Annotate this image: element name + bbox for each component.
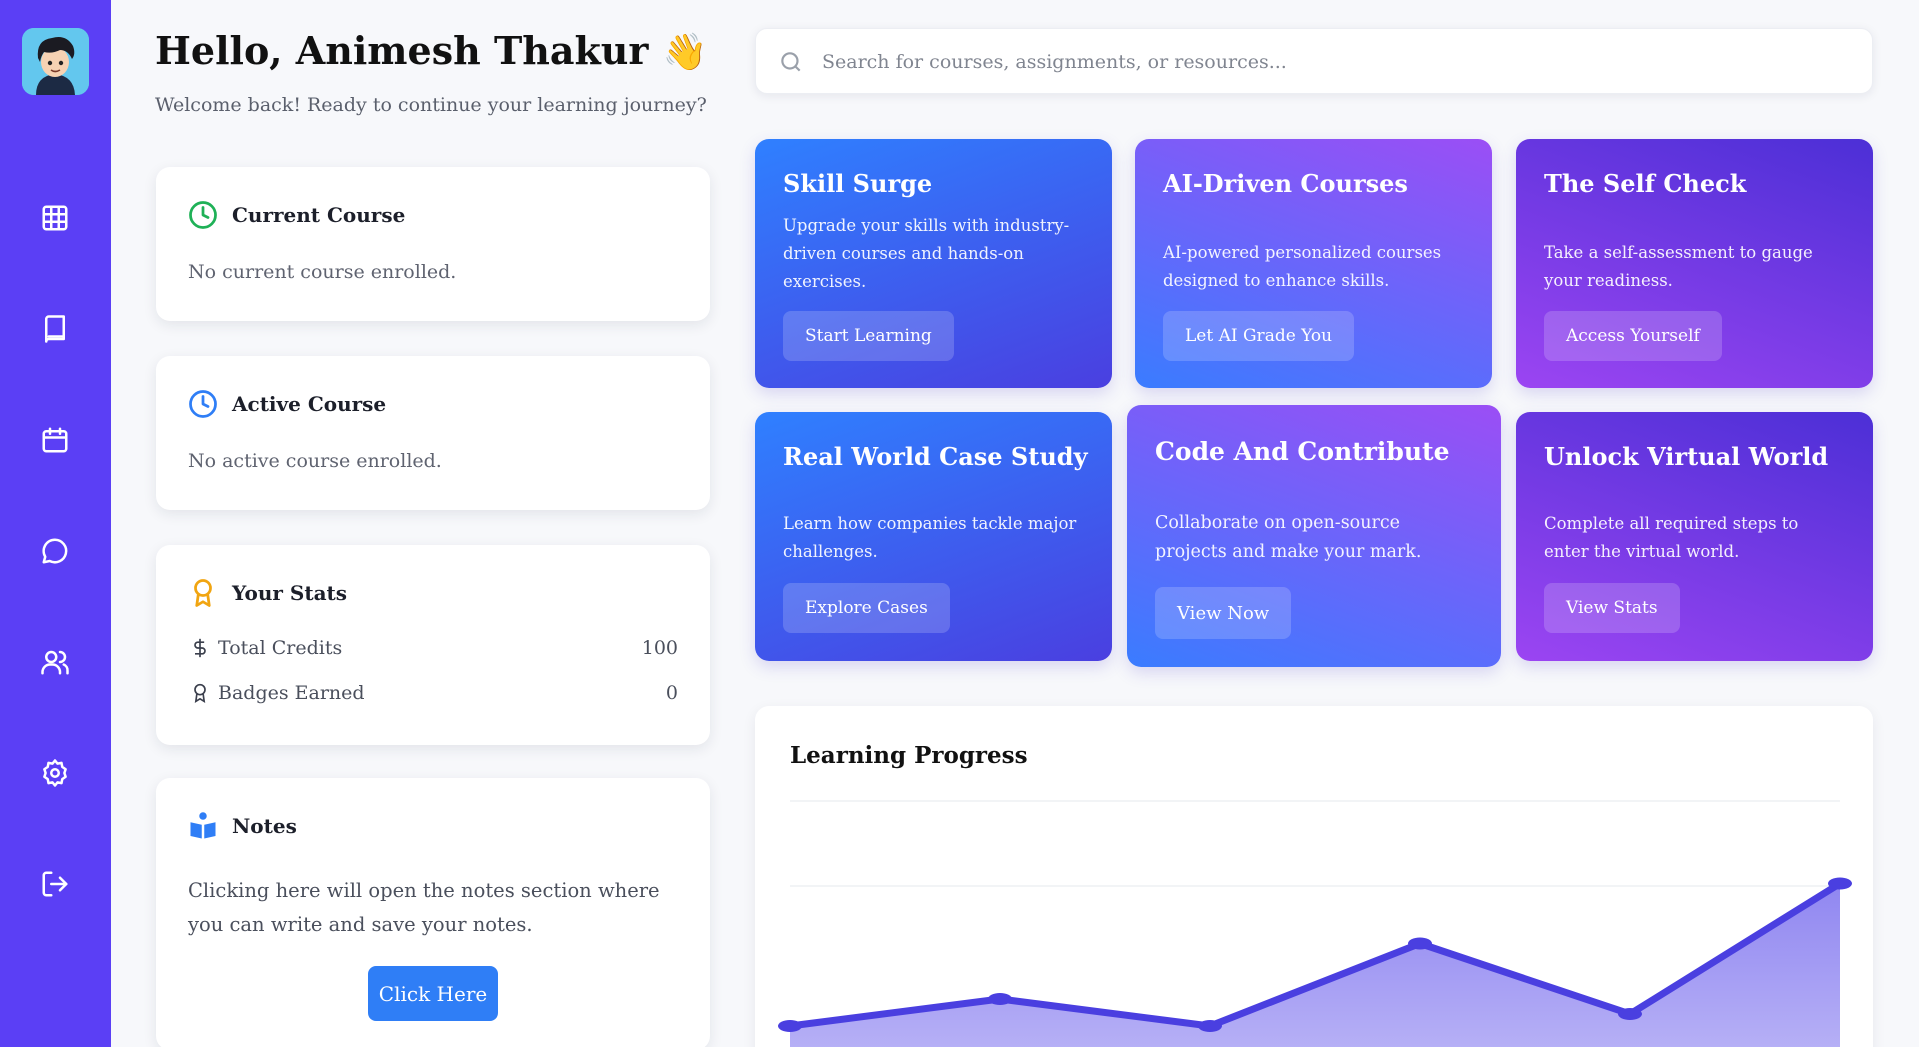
tile-code-contribute: Code And Contribute Collaborate on open-… bbox=[1127, 405, 1501, 667]
tile-title: Code And Contribute bbox=[1155, 437, 1450, 466]
notes-card: Notes Clicking here will open the notes … bbox=[156, 778, 710, 1047]
tile-description: Learn how companies tackle major challen… bbox=[783, 514, 1077, 561]
grid-icon[interactable] bbox=[38, 201, 72, 235]
credits-value: 100 bbox=[641, 637, 678, 659]
clock-icon bbox=[189, 201, 217, 229]
progress-point[interactable] bbox=[1618, 1008, 1642, 1020]
tile-virtual-world: Unlock Virtual World Complete all requir… bbox=[1516, 412, 1873, 661]
active-course-text: No active course enrolled. bbox=[188, 450, 442, 472]
explore-cases-button[interactable]: Explore Cases bbox=[783, 583, 950, 633]
progress-area bbox=[790, 883, 1840, 1047]
tile-title: Skill Surge bbox=[783, 169, 933, 198]
greeting-subtitle: Welcome back! Ready to continue your lea… bbox=[155, 94, 707, 116]
tile-description: AI-powered personalized courses designed… bbox=[1163, 243, 1442, 290]
current-course-header: Current Course bbox=[188, 200, 405, 230]
award-icon bbox=[194, 579, 212, 607]
notes-header: Notes bbox=[188, 811, 297, 841]
current-course-title: Current Course bbox=[232, 203, 406, 227]
credits-label-group: Total Credits bbox=[190, 637, 342, 659]
dashboard: Hello, Animesh Thakur 👋 Welcome back! Rea… bbox=[0, 0, 1919, 1047]
ai-grade-button[interactable]: Let AI Grade You bbox=[1163, 311, 1355, 361]
notes-text: Clicking here will open the notes sectio… bbox=[188, 879, 660, 936]
chat-icon[interactable] bbox=[38, 534, 72, 568]
avatar[interactable] bbox=[22, 28, 89, 95]
badges-label: Badges Earned bbox=[218, 682, 365, 704]
stats-card: Your Stats Total Credits 100 Badges Earn… bbox=[156, 545, 710, 745]
progress-point[interactable] bbox=[778, 1020, 802, 1032]
settings-icon[interactable] bbox=[38, 756, 72, 790]
tile-ai-driven-courses: AI-Driven Courses AI-powered personalize… bbox=[1135, 139, 1492, 388]
book-icon[interactable] bbox=[38, 312, 72, 346]
active-course-card[interactable]: Active Course No active course enrolled. bbox=[156, 356, 710, 510]
notes-title: Notes bbox=[232, 814, 297, 838]
tile-self-check: The Self Check Take a self-assessment to… bbox=[1516, 139, 1873, 388]
search-input[interactable] bbox=[822, 41, 1852, 83]
tile-description: Upgrade your skills with industry-driven… bbox=[783, 216, 1070, 291]
tile-description: Complete all required steps to enter the… bbox=[1544, 514, 1799, 561]
greeting-text: Hello, Animesh Thakur bbox=[155, 28, 649, 73]
start-learning-button[interactable]: Start Learning bbox=[783, 311, 954, 361]
view-now-button[interactable]: View Now bbox=[1155, 587, 1292, 639]
calendar-icon[interactable] bbox=[38, 423, 72, 457]
current-course-card[interactable]: Current Course No current course enrolle… bbox=[156, 167, 710, 321]
progress-title: Learning Progress bbox=[790, 742, 1028, 769]
tile-title: Unlock Virtual World bbox=[1544, 442, 1829, 471]
tile-description: Take a self-assessment to gauge your rea… bbox=[1544, 243, 1813, 290]
active-course-header: Active Course bbox=[188, 389, 386, 419]
search-bar[interactable] bbox=[755, 28, 1873, 94]
users-icon[interactable] bbox=[38, 645, 72, 679]
progress-point[interactable] bbox=[1828, 877, 1852, 890]
tile-case-study: Real World Case Study Learn how companie… bbox=[755, 412, 1112, 661]
sidebar bbox=[0, 0, 111, 1047]
progress-point[interactable] bbox=[1408, 937, 1432, 950]
tile-description: Collaborate on open-source projects and … bbox=[1155, 513, 1422, 562]
tile-title: The Self Check bbox=[1544, 169, 1747, 198]
wave-icon: 👋 bbox=[662, 31, 708, 73]
stats-title: Your Stats bbox=[232, 581, 348, 605]
greeting-title: Hello, Animesh Thakur 👋 bbox=[155, 28, 707, 73]
badges-value: 0 bbox=[665, 682, 678, 704]
stats-header: Your Stats bbox=[188, 578, 347, 608]
search-icon bbox=[781, 52, 801, 72]
credits-label: Total Credits bbox=[218, 637, 343, 659]
badge-icon bbox=[194, 683, 206, 703]
tile-title: Real World Case Study bbox=[783, 442, 1088, 471]
credits-row: Total Credits 100 bbox=[190, 637, 678, 659]
learning-progress-card: Learning Progress bbox=[755, 706, 1873, 1047]
progress-point[interactable] bbox=[1198, 1020, 1222, 1032]
tile-skill-surge: Skill Surge Upgrade your skills with ind… bbox=[755, 139, 1112, 388]
progress-point[interactable] bbox=[988, 993, 1012, 1005]
logout-icon[interactable] bbox=[38, 867, 72, 901]
notes-open-button[interactable]: Click Here bbox=[368, 966, 498, 1021]
tile-title: AI-Driven Courses bbox=[1163, 169, 1408, 198]
view-stats-button[interactable]: View Stats bbox=[1544, 583, 1680, 633]
reader-icon bbox=[190, 812, 216, 839]
access-yourself-button[interactable]: Access Yourself bbox=[1544, 311, 1722, 361]
badges-row: Badges Earned 0 bbox=[190, 682, 678, 704]
clock-icon bbox=[189, 390, 217, 418]
badges-label-group: Badges Earned bbox=[190, 682, 365, 704]
active-course-title: Active Course bbox=[232, 392, 387, 416]
current-course-text: No current course enrolled. bbox=[188, 261, 457, 283]
dollar-icon bbox=[194, 638, 206, 658]
